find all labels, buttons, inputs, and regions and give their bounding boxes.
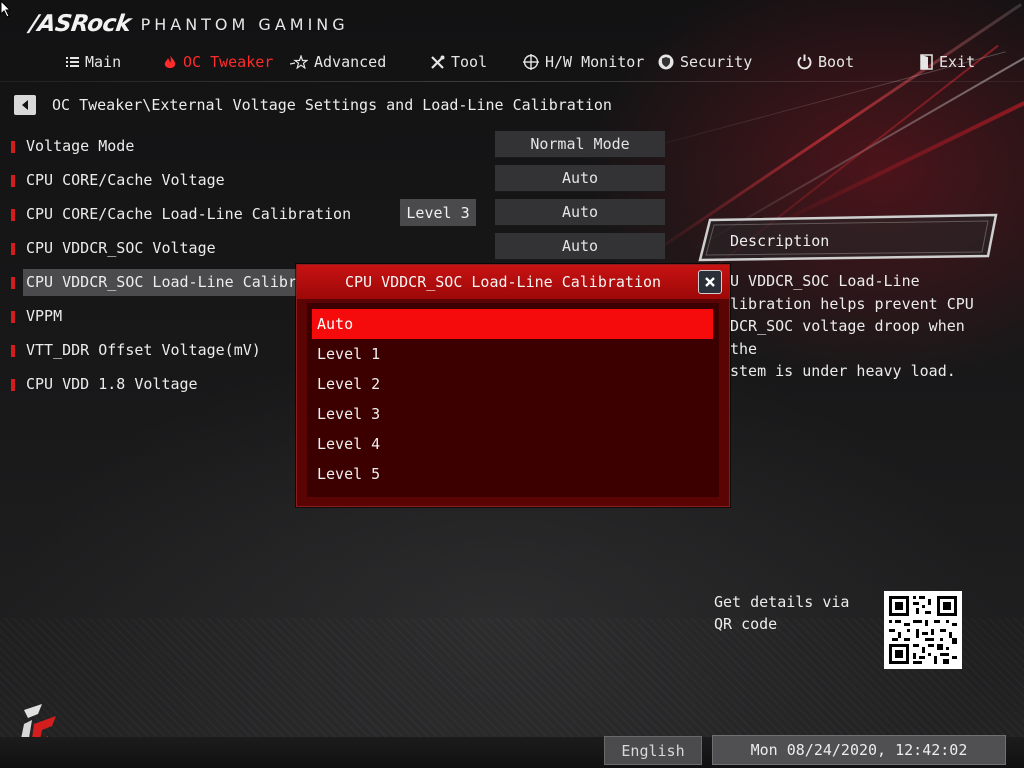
tab-oc-tweaker[interactable]: OC Tweaker — [163, 46, 273, 78]
option-select-dialog: CPU VDDCR_SOC Load-Line Calibration Auto… — [296, 264, 730, 507]
option-item[interactable]: Level 2 — [312, 369, 713, 399]
row-marker — [11, 209, 15, 221]
setting-label: CPU VDDCR_SOC Voltage — [26, 239, 216, 257]
datetime-display: Mon 08/24/2020, 12:42:02 — [712, 735, 1006, 765]
star-icon — [290, 55, 308, 69]
option-item[interactable]: Level 1 — [312, 339, 713, 369]
row-marker — [11, 311, 15, 323]
row-marker — [11, 277, 15, 289]
row-marker — [11, 243, 15, 255]
close-icon — [705, 277, 715, 287]
option-item[interactable]: Level 5 — [312, 459, 713, 489]
setting-label: CPU VDD 1.8 Voltage — [26, 375, 198, 393]
setting-value-button[interactable]: Normal Mode — [495, 131, 665, 158]
setting-row[interactable]: Voltage Mode Normal Mode — [0, 131, 680, 158]
qr-label: Get details via QR code — [714, 593, 850, 633]
description-title: Description — [730, 232, 830, 250]
setting-row[interactable]: CPU CORE/Cache Voltage Auto — [0, 165, 680, 192]
option-item-selected[interactable]: Auto — [312, 309, 713, 339]
crosshair-icon — [523, 54, 539, 70]
nav-divider — [0, 81, 1024, 82]
setting-label: CPU CORE/Cache Voltage — [26, 171, 225, 189]
breadcrumb: OC Tweaker\External Voltage Settings and… — [52, 96, 612, 114]
description-line: DCR_SOC voltage droop when the — [730, 317, 965, 358]
tab-boot[interactable]: Boot — [797, 46, 854, 78]
tab-label: Advanced — [314, 53, 387, 71]
setting-value-button[interactable]: Auto — [495, 165, 665, 192]
setting-row[interactable]: CPU CORE/Cache Load-Line Calibration Lev… — [0, 199, 680, 226]
dialog-option-list: Auto Level 1 Level 2 Level 3 Level 4 Lev… — [307, 303, 719, 497]
tab-label: Exit — [939, 53, 976, 71]
tab-label: Tool — [451, 53, 488, 71]
tab-main[interactable]: Main — [66, 46, 121, 78]
mouse-pointer-icon — [0, 0, 12, 18]
setting-value-button[interactable]: Auto — [495, 233, 665, 260]
setting-value-button[interactable]: Auto — [495, 199, 665, 226]
phantom-gaming-subtitle: PHANTOM GAMING — [140, 14, 349, 34]
setting-row[interactable]: CPU VDDCR_SOC Voltage Auto — [0, 233, 680, 260]
list-icon — [66, 57, 79, 67]
setting-label: VTT_DDR Offset Voltage(mV) — [26, 341, 261, 359]
tab-hw-monitor[interactable]: H/W Monitor — [523, 46, 644, 78]
asrock-logo: /ASRock — [28, 11, 133, 37]
tab-label: Main — [85, 53, 122, 71]
power-icon — [797, 54, 812, 70]
description-line: libration helps prevent CPU — [730, 294, 974, 313]
tab-label: Boot — [818, 53, 855, 71]
dialog-title: CPU VDDCR_SOC Load-Line Calibration — [344, 273, 662, 291]
exit-door-icon — [920, 54, 933, 70]
main-nav: Main OC Tweaker Advanced Tool H/W Monito… — [0, 46, 1024, 78]
back-arrow-icon — [22, 100, 28, 110]
row-marker — [11, 175, 15, 187]
option-item[interactable]: Level 4 — [312, 429, 713, 459]
tab-security[interactable]: Security — [658, 46, 752, 78]
language-button[interactable]: English — [604, 736, 702, 765]
tab-label: OC Tweaker — [183, 53, 274, 71]
dialog-close-button[interactable] — [698, 270, 722, 294]
row-marker — [11, 345, 15, 357]
back-button[interactable] — [14, 95, 36, 115]
tools-icon — [431, 55, 445, 69]
setting-label: CPU CORE/Cache Load-Line Calibration — [26, 205, 352, 223]
tab-label: H/W Monitor — [545, 53, 645, 71]
row-marker — [11, 379, 15, 391]
tab-advanced[interactable]: Advanced — [290, 46, 386, 78]
flame-icon — [164, 54, 176, 68]
description-line: stem is under heavy load. — [730, 362, 956, 380]
setting-label: VPPM — [26, 307, 63, 325]
tab-tool[interactable]: Tool — [430, 46, 487, 78]
tab-label: Security — [680, 53, 753, 71]
setting-label: Voltage Mode — [26, 137, 135, 155]
description-line: U VDDCR_SOC Load-Line — [730, 272, 920, 290]
row-marker — [11, 141, 15, 153]
current-value-badge: Level 3 — [400, 199, 476, 226]
qr-code — [884, 591, 962, 669]
shield-icon — [658, 54, 674, 70]
description-text: U VDDCR_SOC Load-Line libration helps pr… — [730, 270, 1000, 383]
tab-exit[interactable]: Exit — [920, 46, 975, 78]
option-item[interactable]: Level 3 — [312, 399, 713, 429]
brand-header: /ASRock PHANTOM GAMING — [28, 9, 349, 39]
setting-label: CPU VDDCR_SOC Load-Line Calibration — [26, 273, 343, 291]
